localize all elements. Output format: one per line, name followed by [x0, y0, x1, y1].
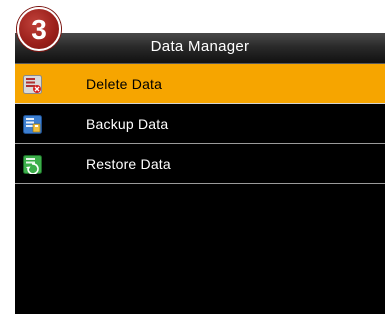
restore-data-icon — [23, 155, 42, 174]
step-number-badge: 3 — [17, 7, 61, 51]
menu-item-label: Restore Data — [86, 156, 171, 172]
device-screen: Data Manager Delete Data Backup Data Res… — [15, 33, 385, 314]
menu-item-delete-data[interactable]: Delete Data — [15, 64, 385, 104]
backup-data-icon — [23, 115, 42, 134]
menu-item-restore-data[interactable]: Restore Data — [15, 144, 385, 184]
delete-data-icon — [23, 75, 42, 94]
menu-item-label: Backup Data — [86, 116, 169, 132]
data-manager-menu: Delete Data Backup Data Restore Data — [15, 64, 385, 184]
page-title: Data Manager — [15, 33, 385, 64]
menu-item-backup-data[interactable]: Backup Data — [15, 104, 385, 144]
menu-item-label: Delete Data — [86, 76, 163, 92]
